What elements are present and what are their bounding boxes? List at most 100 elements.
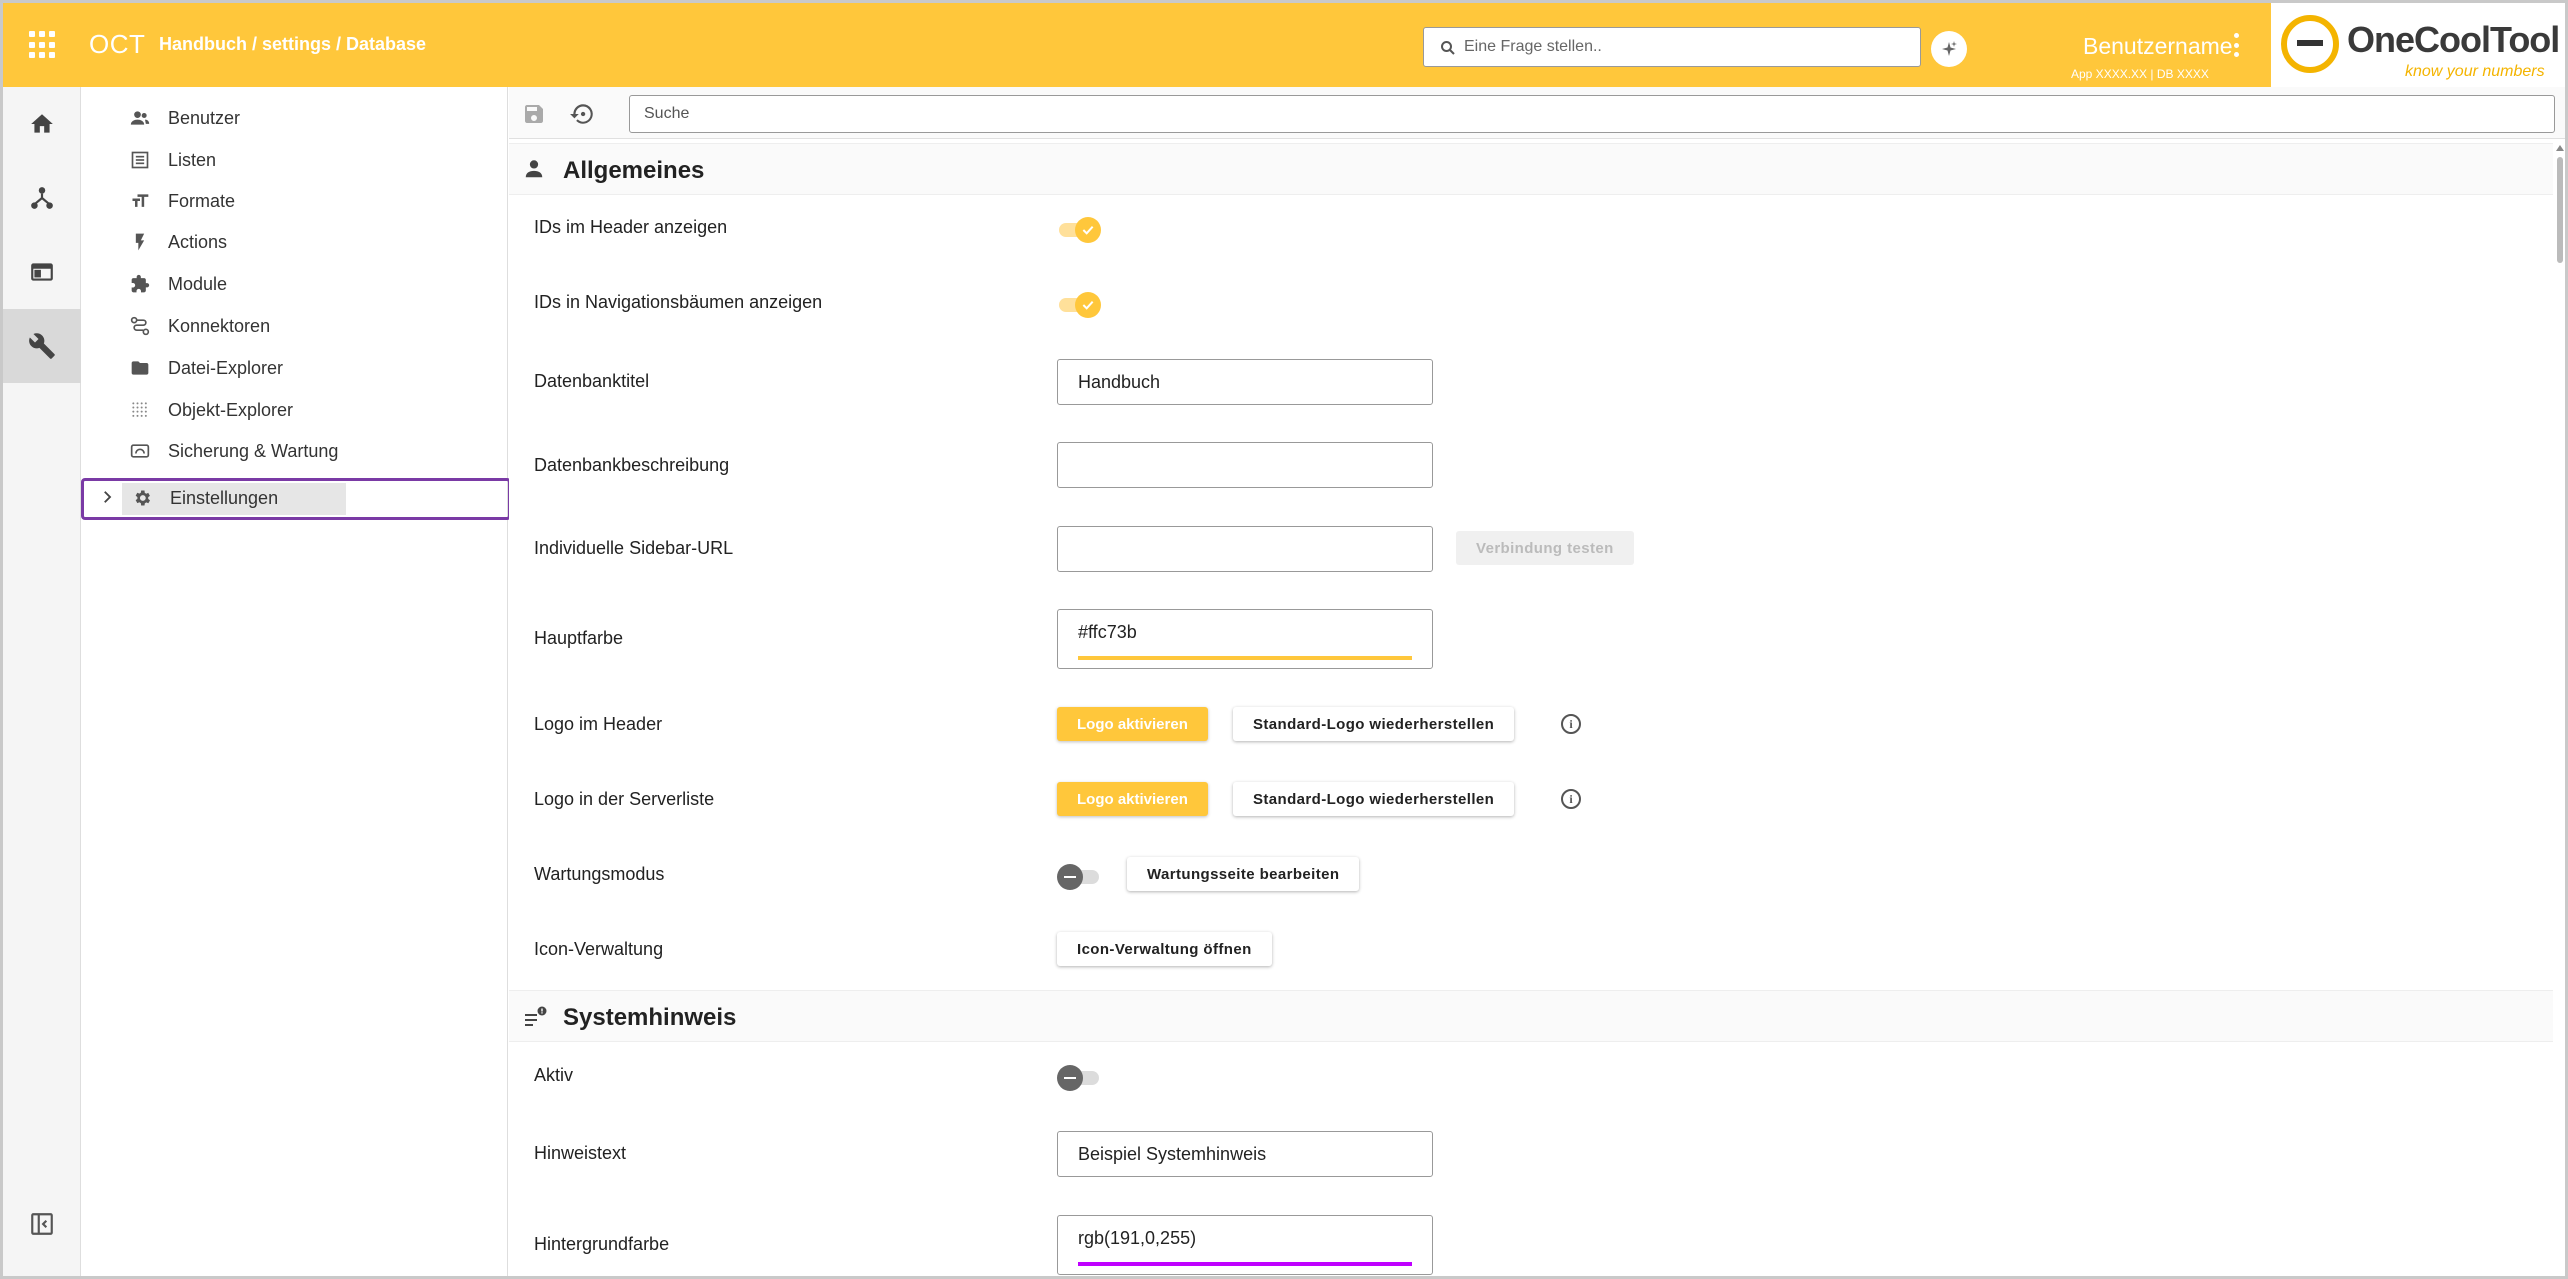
users-icon (128, 106, 152, 130)
nav-item-datei-explorer[interactable]: Datei-Explorer (128, 351, 283, 385)
ids-header-toggle[interactable] (1057, 215, 1103, 243)
nav-item-einstellungen-selected[interactable]: Einstellungen (81, 478, 511, 520)
setting-label: Logo in der Serverliste (534, 789, 715, 809)
notice-bg-color-field[interactable] (1057, 1215, 1433, 1275)
rail-hierarchy[interactable] (3, 161, 81, 235)
nav-item-sicherung-wartung[interactable]: Sicherung & Wartung (128, 434, 338, 468)
dots-grid-icon (128, 398, 152, 422)
app-name[interactable]: OCT (89, 29, 145, 60)
nav-item-module[interactable]: Module (128, 267, 227, 301)
db-description-input[interactable] (1058, 443, 1432, 487)
db-title-field[interactable] (1057, 359, 1433, 405)
setting-label: Hinweistext (534, 1143, 627, 1163)
setting-label: Datenbanktitel (534, 371, 650, 391)
setting-label: IDs im Header anzeigen (534, 217, 728, 237)
lightning-icon (128, 230, 152, 254)
chevron-right-icon[interactable] (98, 488, 116, 511)
maintenance-edit-button[interactable]: Wartungsseite bearbeiten (1127, 857, 1360, 891)
setting-label: Icon-Verwaltung (534, 939, 664, 959)
check-icon (1075, 292, 1101, 318)
rail-dashboard[interactable] (3, 235, 81, 309)
notice-icon (525, 1006, 547, 1026)
nav-item-konnektoren[interactable]: Konnektoren (128, 309, 270, 343)
icon-rail (3, 87, 81, 1276)
notice-text-field[interactable] (1057, 1131, 1433, 1177)
main-color-input[interactable] (1058, 610, 1432, 650)
nav-item-formate[interactable]: Formate (128, 184, 235, 218)
list-icon (128, 148, 152, 172)
puzzle-icon (128, 272, 152, 296)
backup-icon (128, 439, 152, 463)
nav-item-label: Objekt-Explorer (168, 399, 294, 420)
vertical-scrollbar[interactable] (2555, 145, 2565, 1275)
setting-label: Datenbankbeschreibung (534, 455, 730, 475)
logo-text: OneCoolTool (2347, 19, 2560, 60)
nav-item-objekt-explorer[interactable]: Objekt-Explorer (128, 393, 293, 427)
nav-item-einstellungen[interactable]: Einstellungen (130, 481, 278, 515)
nav-item-label: Sicherung & Wartung (168, 440, 339, 461)
rail-home[interactable] (3, 87, 81, 161)
notice-color-swatch (1078, 1262, 1412, 1266)
settings-search-input[interactable] (630, 96, 2554, 132)
setting-label: Wartungsmodus (534, 864, 665, 884)
sidebar-url-field[interactable] (1057, 526, 1433, 572)
nav-item-label: Formate (168, 190, 236, 211)
sidebar-url-input[interactable] (1058, 527, 1432, 571)
hierarchy-icon (31, 187, 53, 209)
main-color-field[interactable] (1057, 609, 1433, 669)
nav-item-listen[interactable]: Listen (128, 143, 216, 177)
dashboard-icon (31, 263, 53, 281)
db-title-input[interactable] (1058, 360, 1432, 404)
info-icon[interactable]: i (1561, 714, 1581, 734)
section-title: Systemhinweis (563, 1004, 737, 1031)
breadcrumb[interactable]: Handbuch / settings / Database (159, 34, 426, 55)
minus-icon (1057, 1065, 1083, 1091)
rail-settings[interactable] (3, 309, 81, 383)
settings-search[interactable] (629, 95, 2555, 133)
collapse-sidebar-icon[interactable] (29, 1211, 55, 1237)
info-icon[interactable]: i (1561, 789, 1581, 809)
ask-question-box[interactable] (1423, 27, 1921, 67)
nav-item-label: Actions (168, 231, 228, 252)
scroll-up-icon[interactable] (2556, 145, 2564, 151)
history-button[interactable] (567, 99, 597, 129)
history-icon (570, 104, 593, 124)
more-vert-icon[interactable] (2229, 33, 2243, 57)
system-notice-active-toggle[interactable] (1057, 1063, 1103, 1091)
nav-item-label: Einstellungen (170, 487, 279, 508)
logo-header-activate-button[interactable]: Logo aktivieren (1057, 707, 1208, 741)
nav-item-actions[interactable]: Actions (128, 225, 227, 259)
username[interactable]: Benutzername (2083, 33, 2233, 60)
ids-nav-toggle[interactable] (1057, 290, 1103, 318)
save-button[interactable] (519, 99, 549, 129)
nav-item-label: Datei-Explorer (168, 357, 284, 378)
nav-item-label: Konnektoren (168, 315, 271, 336)
notice-text-input[interactable] (1058, 1132, 1432, 1176)
section-header-systemhinweis: Systemhinweis (509, 990, 2553, 1042)
search-icon (1441, 41, 1455, 55)
maintenance-toggle[interactable] (1057, 862, 1103, 890)
text-format-icon (128, 189, 152, 213)
logo-header-restore-button[interactable]: Standard-Logo wiederherstellen (1233, 707, 1515, 741)
folder-icon (128, 356, 152, 380)
settings-nav: Benutzer Listen Formate Actions Module K… (81, 87, 511, 1276)
logo-serverlist-restore-button[interactable]: Standard-Logo wiederherstellen (1233, 782, 1515, 816)
setting-label: Aktiv (534, 1065, 574, 1085)
ask-question-input[interactable] (1464, 28, 1904, 66)
nav-item-label: Benutzer (168, 107, 241, 128)
notice-bg-color-input[interactable] (1058, 1216, 1432, 1256)
ai-sparkle-button[interactable] (1931, 31, 1967, 67)
nav-item-benutzer[interactable]: Benutzer (128, 101, 240, 135)
logo-serverlist-activate-button[interactable]: Logo aktivieren (1057, 782, 1208, 816)
db-description-field[interactable] (1057, 442, 1433, 488)
setting-label: IDs in Navigationsbäumen anzeigen (534, 292, 823, 312)
check-icon (1075, 217, 1101, 243)
minus-icon (1057, 864, 1083, 890)
test-connection-button[interactable]: Verbindung testen (1456, 531, 1634, 565)
nav-item-label: Module (168, 273, 228, 294)
apps-grid-icon[interactable] (29, 31, 57, 59)
setting-label: Hintergrundfarbe (534, 1234, 670, 1254)
scrollbar-thumb[interactable] (2557, 157, 2563, 263)
connector-icon (128, 314, 152, 338)
icon-management-button[interactable]: Icon-Verwaltung öffnen (1057, 932, 1272, 966)
